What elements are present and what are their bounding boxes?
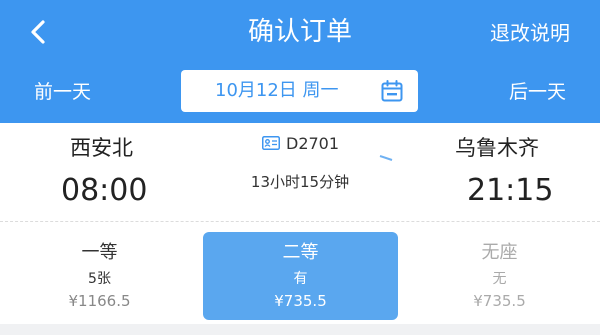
seat-name: 无座 — [481, 242, 518, 263]
train-number[interactable]: D2701 — [262, 131, 339, 155]
section-gap — [0, 324, 600, 335]
date-label: 10月12日 周一 — [215, 80, 339, 101]
train-id-icon — [262, 136, 280, 150]
train-number-label: D2701 — [286, 133, 340, 153]
top-header: 确认订单 退改说明 前一天 10月12日 周一 后一天 — [0, 0, 600, 123]
seat-name: 二等 — [282, 242, 319, 263]
seat-availability: 5张 — [88, 271, 111, 287]
back-button[interactable] — [22, 14, 58, 50]
seat-availability: 有 — [293, 271, 308, 287]
seat-availability: 无 — [492, 271, 507, 287]
arrival-station: 乌鲁木齐 — [455, 136, 539, 160]
divider — [0, 221, 600, 222]
next-day-button[interactable]: 后一天 — [509, 77, 566, 107]
route-arrow-icon — [200, 155, 393, 161]
seat-name: 一等 — [81, 242, 118, 263]
seat-option-standing[interactable]: 无座 无 ¥735.5 — [402, 232, 597, 320]
seat-option-second-class[interactable]: 二等 有 ¥735.5 — [203, 232, 398, 320]
train-info: 西安北 08:00 D2701 13小时15分钟 乌鲁木齐 21:15 — [0, 123, 600, 220]
refund-change-rules-link[interactable]: 退改说明 — [490, 18, 570, 48]
previous-day-button[interactable]: 前一天 — [34, 77, 91, 107]
departure-station: 西安北 — [70, 136, 133, 160]
seat-price: ¥735.5 — [473, 292, 526, 310]
calendar-icon — [381, 80, 403, 102]
arrival-time: 21:15 — [467, 173, 554, 208]
departure-time: 08:00 — [61, 173, 148, 208]
date-selector[interactable]: 10月12日 周一 — [181, 70, 418, 112]
seat-class-selector: 一等 5张 ¥1166.5 二等 有 ¥735.5 无座 无 ¥735.5 — [0, 232, 600, 322]
seat-price: ¥735.5 — [274, 292, 327, 310]
seat-option-first-class[interactable]: 一等 5张 ¥1166.5 — [2, 232, 197, 320]
seat-price: ¥1166.5 — [68, 292, 131, 310]
chevron-left-icon — [31, 20, 45, 44]
